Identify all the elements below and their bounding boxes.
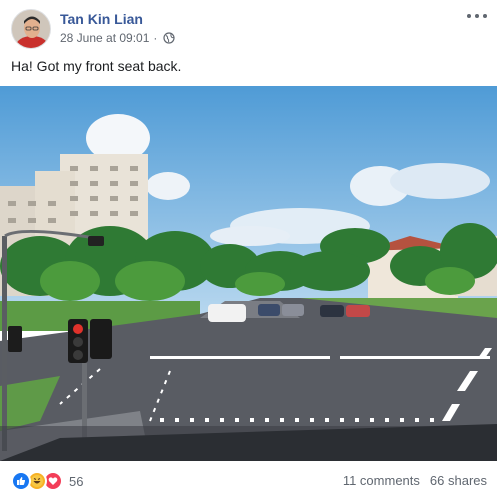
like-reaction-icon [11, 471, 31, 491]
post-meta: 28 June at 09:01 · [60, 31, 176, 45]
more-options-icon[interactable] [467, 8, 487, 24]
author-avatar[interactable] [11, 9, 51, 49]
meta-separator: · [153, 31, 158, 45]
engagement-counts: 11 comments 66 shares [343, 473, 487, 488]
post-photo[interactable] [0, 86, 497, 461]
post-header: Tan Kin Lian 28 June at 09:01 · [0, 0, 497, 52]
reaction-summary[interactable]: 56 [11, 471, 83, 491]
street-scene-image [0, 86, 497, 461]
post-timestamp[interactable]: 28 June at 09:01 [60, 31, 149, 45]
comments-count-link[interactable]: 11 comments [343, 473, 420, 488]
post-text: Ha! Got my front seat back. [11, 58, 182, 74]
avatar-image [12, 10, 50, 48]
globe-icon[interactable] [163, 32, 176, 44]
reaction-count: 56 [69, 473, 84, 489]
shares-count-link[interactable]: 66 shares [430, 473, 487, 488]
author-name[interactable]: Tan Kin Lian [60, 11, 143, 27]
post-footer: 56 11 comments 66 shares [0, 461, 497, 496]
